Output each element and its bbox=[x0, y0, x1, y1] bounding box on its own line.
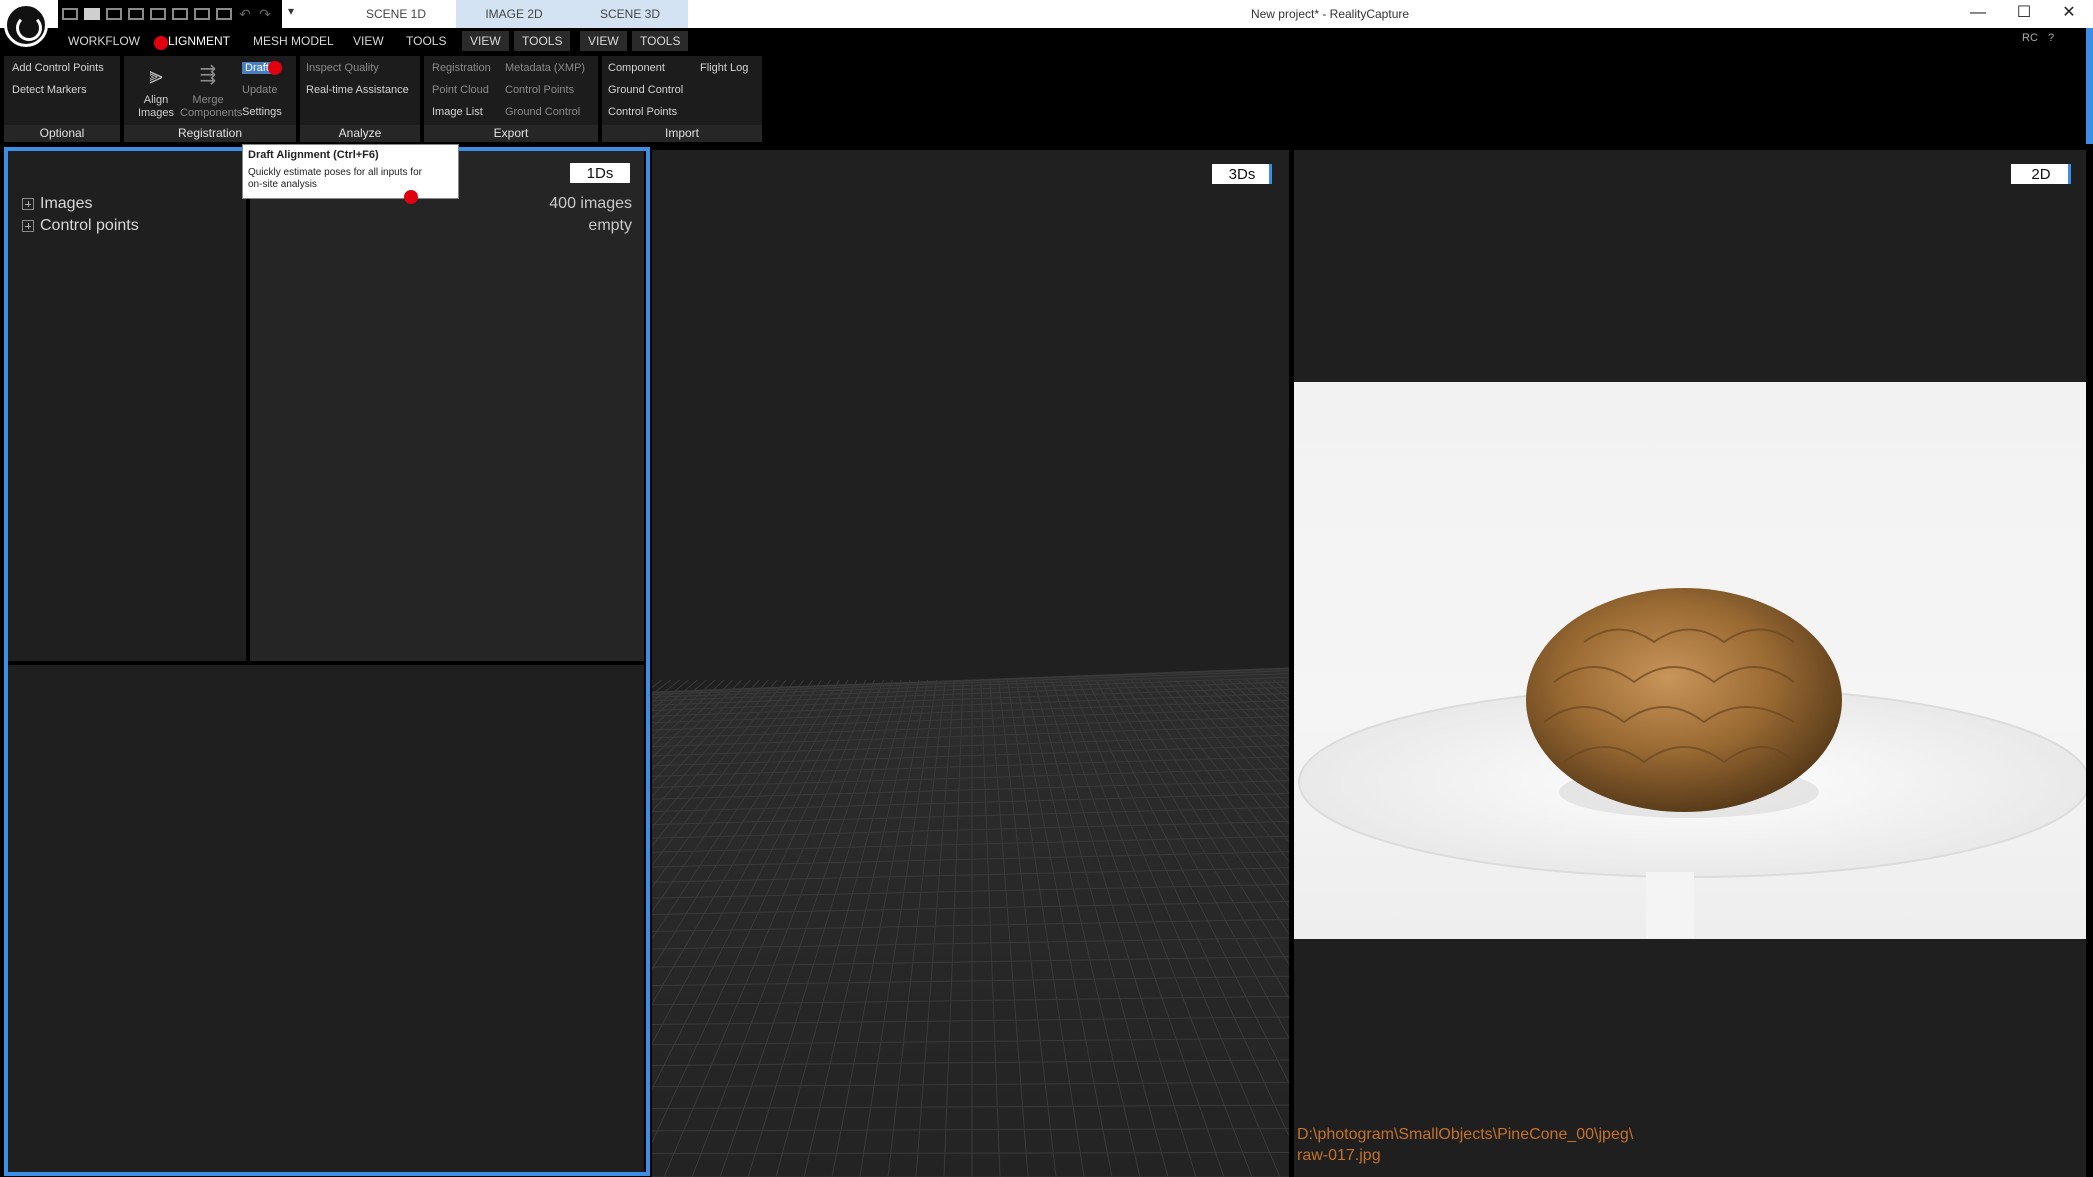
rc-label: RC bbox=[2022, 32, 2038, 44]
badge-2d[interactable]: 2D bbox=[2011, 164, 2071, 184]
menu-bar: WORKFLOW LIGNMENT MESH MODEL VIEW TOOLS … bbox=[0, 28, 2093, 53]
layout-6-icon[interactable] bbox=[172, 8, 188, 20]
tab-scene-1d[interactable]: SCENE 1D bbox=[338, 0, 454, 28]
import-component-button[interactable]: Component bbox=[608, 62, 665, 74]
export-image-list-button[interactable]: Image List bbox=[432, 106, 483, 118]
pinecone-photo bbox=[1298, 588, 2086, 939]
merge-components-button[interactable]: ⇶ Merge Components bbox=[180, 60, 242, 120]
menu-tools-3d[interactable]: TOOLS bbox=[632, 31, 689, 51]
close-button[interactable]: ✕ bbox=[2057, 3, 2081, 23]
quick-access-toolbar: ↶ ↷ bbox=[58, 0, 282, 28]
click-marker bbox=[404, 190, 418, 204]
layout-7-icon[interactable] bbox=[194, 8, 210, 20]
detect-markers-button[interactable]: Detect Markers bbox=[12, 84, 87, 96]
layout-3-icon[interactable] bbox=[106, 8, 122, 20]
menu-mesh-model[interactable]: MESH MODEL bbox=[245, 31, 342, 51]
tooltip-title: Draft Alignment (Ctrl+F6) bbox=[248, 149, 379, 161]
settings-button[interactable]: Settings bbox=[242, 106, 282, 118]
help-icon[interactable]: ? bbox=[2048, 32, 2054, 44]
click-marker bbox=[268, 61, 282, 75]
tooltip: Draft Alignment (Ctrl+F6) Quickly estima… bbox=[242, 144, 459, 199]
title-bar: ↶ ↷ ▾ SCENE 1D IMAGE 2D SCENE 3D New pro… bbox=[0, 0, 2093, 28]
maximize-button[interactable]: ☐ bbox=[2012, 3, 2036, 23]
group-import: Component Ground Control Control Points … bbox=[602, 56, 762, 142]
redo-icon[interactable]: ↷ bbox=[258, 6, 272, 23]
merge-icon: ⇶ bbox=[199, 63, 217, 86]
tab-scene-3d[interactable]: SCENE 3D bbox=[572, 0, 688, 28]
tooltip-line-1: Quickly estimate poses for all inputs fo… bbox=[248, 167, 422, 178]
ribbon: Add Control Points Detect Markers Option… bbox=[0, 53, 2093, 142]
export-registration-button[interactable]: Registration bbox=[432, 62, 491, 74]
group-title-registration: Registration bbox=[124, 125, 296, 142]
menu-workflow[interactable]: WORKFLOW bbox=[60, 31, 148, 51]
scrollbar[interactable] bbox=[2086, 28, 2093, 144]
tooltip-line-2: on-site analysis bbox=[248, 179, 317, 190]
export-point-cloud-button[interactable]: Point Cloud bbox=[432, 84, 489, 96]
align-images-button[interactable]: ⫸ Align Images bbox=[128, 60, 184, 120]
add-control-points-button[interactable]: Add Control Points bbox=[12, 62, 104, 74]
import-flight-log-button[interactable]: Flight Log bbox=[700, 62, 748, 74]
image-preview bbox=[1294, 382, 2086, 939]
image-file-path: D:\photogram\SmallObjects\PineCone_00\jp… bbox=[1297, 1126, 1634, 1164]
group-title-import: Import bbox=[602, 125, 762, 142]
menu-alignment[interactable]: LIGNMENT bbox=[160, 31, 238, 51]
layout-8-icon[interactable] bbox=[216, 8, 232, 20]
menu-view-2d[interactable]: VIEW bbox=[462, 31, 509, 51]
menu-view[interactable]: VIEW bbox=[345, 31, 392, 51]
update-button[interactable]: Update bbox=[242, 84, 277, 96]
ground-grid bbox=[652, 667, 1289, 1177]
active-pane-frame bbox=[4, 147, 650, 1176]
import-control-points-button[interactable]: Control Points bbox=[608, 106, 677, 118]
undo-icon[interactable]: ↶ bbox=[238, 6, 252, 23]
align-icon: ⫸ bbox=[149, 61, 163, 89]
window-title: New project* - RealityCapture bbox=[1250, 7, 1410, 21]
layout-1-icon[interactable] bbox=[62, 8, 78, 20]
export-metadata-button[interactable]: Metadata (XMP) bbox=[505, 62, 585, 74]
export-control-points-button[interactable]: Control Points bbox=[505, 84, 574, 96]
import-ground-control-button[interactable]: Ground Control bbox=[608, 84, 683, 96]
app-logo-icon[interactable] bbox=[4, 3, 48, 47]
layout-2-icon[interactable] bbox=[84, 8, 100, 20]
viewport-3d[interactable]: 3Ds bbox=[652, 150, 1289, 1177]
layout-5-icon[interactable] bbox=[150, 8, 166, 20]
export-ground-control-button[interactable]: Ground Control bbox=[505, 106, 580, 118]
menu-tools[interactable]: TOOLS bbox=[398, 31, 454, 51]
group-analyze: Inspect Quality Real-time Assistance Ana… bbox=[300, 56, 420, 142]
customize-toolbar-icon[interactable]: ▾ bbox=[288, 4, 294, 18]
viewport-2d[interactable]: 2D D:\photogram\SmallObjects\PineCone_00… bbox=[1294, 150, 2086, 1177]
group-optional: Add Control Points Detect Markers Option… bbox=[4, 56, 120, 142]
group-export: Registration Point Cloud Image List Meta… bbox=[424, 56, 598, 142]
menu-view-3d[interactable]: VIEW bbox=[580, 31, 627, 51]
minimize-button[interactable]: — bbox=[1966, 3, 1990, 23]
group-title-analyze: Analyze bbox=[300, 125, 420, 142]
click-marker bbox=[154, 36, 168, 50]
group-title-optional: Optional bbox=[4, 125, 120, 142]
inspect-quality-button[interactable]: Inspect Quality bbox=[306, 62, 379, 74]
badge-3ds[interactable]: 3Ds bbox=[1212, 164, 1272, 184]
menu-tools-2d[interactable]: TOOLS bbox=[514, 31, 571, 51]
layout-4-icon[interactable] bbox=[128, 8, 144, 20]
realtime-assistance-button[interactable]: Real-time Assistance bbox=[306, 84, 409, 96]
group-title-export: Export bbox=[424, 125, 598, 142]
tab-image-2d[interactable]: IMAGE 2D bbox=[456, 0, 572, 28]
